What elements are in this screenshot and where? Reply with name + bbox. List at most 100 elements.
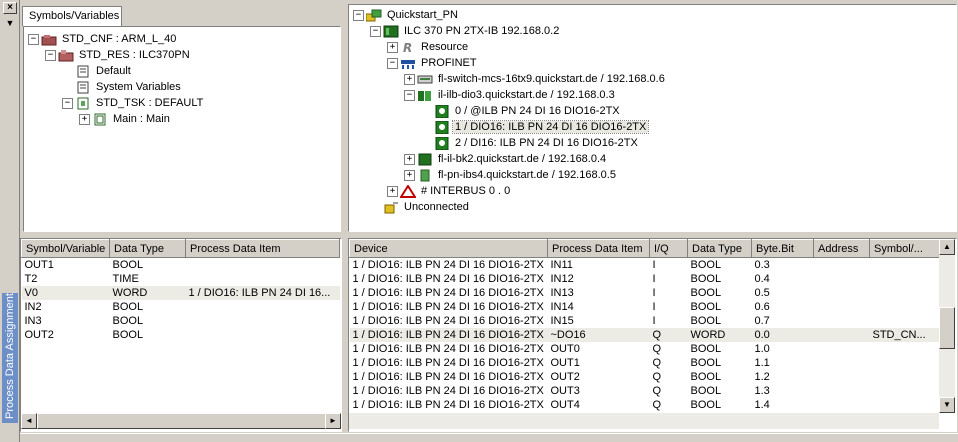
proxy-icon [417,169,433,182]
symbols-tree-item[interactable]: + Main : Main [79,111,172,127]
variables-table-cell: BOOL [112,259,144,271]
process-data-table-cell: OUT1 [550,357,580,369]
scroll-thumb[interactable] [37,413,327,429]
device-tree-item[interactable]: + # INTERBUS 0 . 0 [387,183,512,199]
symbols-tree-item[interactable]: Default [62,63,133,79]
device-tree-item[interactable]: 0 / @ILB PN 24 DI 16 DIO16-2TX [421,103,622,119]
device-tree-item[interactable]: − PROFINET [387,55,479,71]
expand-icon[interactable]: + [404,153,415,165]
symbols-variables-panel: Symbols/Variables − STD_CNF : ARM_L_40− ST… [20,4,344,234]
device-tree-item[interactable]: + fl-il-bk2.quickstart.de / 192.168.0.4 [404,151,608,167]
controller-icon [383,25,399,38]
process-data-table-cell: 1 / DIO16: ILB PN 24 DI 16 DIO16-2TX [352,315,544,327]
device-tree-item[interactable]: − Quickstart_PN [353,7,460,23]
process-data-table-row[interactable]: 1 / DIO16: ILB PN 24 DI 16 DIO16-2TX IN13… [350,286,940,300]
process-data-table-cell: 1.2 [754,371,770,383]
vertical-scroll-thumb[interactable] [939,307,955,349]
process-data-table-cell [814,398,870,412]
scroll-right-button[interactable]: ► [325,413,341,429]
process-data-table-cell: IN14 [550,301,574,313]
process-data-table-row[interactable]: 1 / DIO16: ILB PN 24 DI 16 DIO16-2TX IN11… [350,258,940,273]
expand-icon[interactable]: + [387,41,398,53]
variables-table-row[interactable]: IN3 BOOL [22,314,340,328]
process-data-table-row[interactable]: 1 / DIO16: ILB PN 24 DI 16 DIO16-2TX IN15… [350,314,940,328]
process-data-column-header[interactable]: Symbol/... [869,239,940,258]
io-module-icon [417,89,433,102]
device-tree-label: Quickstart_PN [387,9,458,21]
process-data-column-header[interactable]: Address [813,239,870,258]
process-data-table-cell: WORD [687,328,752,342]
device-tree-label: Resource [421,41,469,53]
collapse-icon[interactable]: − [28,33,39,45]
process-data-table-row[interactable]: 1 / DIO16: ILB PN 24 DI 16 DIO16-2TX OUT0… [350,342,940,356]
dock-title[interactable]: Process Data Assignment [2,293,18,423]
device-tree-item[interactable]: 1 / DIO16: ILB PN 24 DI 16 DIO16-2TX [421,119,650,135]
symbols-tree-item[interactable]: − STD_RES : ILC370PN [45,47,192,63]
process-data-table-cell: 0.7 [754,315,770,327]
process-data-column-header[interactable]: Process Data Item [547,239,650,258]
tab-symbols-variables[interactable]: Symbols/Variables [22,6,122,26]
device-tree-item[interactable]: − ILC 370 PN 2TX-IB 192.168.0.2 [370,23,561,39]
collapse-icon[interactable]: − [353,9,364,21]
process-data-table-cell: Q [652,357,662,369]
variables-table-row[interactable]: V0 WORD 1 / DIO16: ILB PN 24 DI 16... [21,286,340,300]
device-tree-item[interactable]: + R Resource [387,39,470,55]
process-data-table-cell [813,328,870,342]
process-data-table-cell [814,286,870,300]
device-tree-item[interactable]: Unconnected [370,199,471,215]
device-tree-item[interactable]: 2 / DI16: ILB PN 24 DI 16 DIO16-2TX [421,135,640,151]
variables-table-row[interactable]: T2 TIME [22,272,340,286]
process-data-table-cell: BOOL [690,287,722,299]
variables-table-row[interactable]: OUT1 BOOL [22,258,340,273]
symbols-tree-item[interactable]: System Variables [62,79,183,95]
process-data-table-row[interactable]: 1 / DIO16: ILB PN 24 DI 16 DIO16-2TX IN12… [350,272,940,286]
variables-sheet-icon [75,81,91,94]
process-data-table-cell: 0.6 [754,301,770,313]
device-tree-label: 0 / @ILB PN 24 DI 16 DIO16-2TX [455,105,620,117]
unconnected-icon [383,201,399,214]
scroll-left-button[interactable]: ◄ [21,413,37,429]
collapse-icon[interactable]: − [404,89,415,101]
status-bar [20,433,958,442]
variables-column-header[interactable]: Symbol/Variable [21,239,110,258]
variables-column-header[interactable]: Process Data Item [185,239,340,258]
collapse-icon[interactable]: − [45,49,56,61]
process-data-table-row[interactable]: 1 / DIO16: ILB PN 24 DI 16 DIO16-2TX OUT3… [350,384,940,398]
device-tree-item[interactable]: + fl-pn-ibs4.quickstart.de / 192.168.0.5 [404,167,618,183]
process-data-table-cell: ~DO16 [547,328,650,342]
collapse-icon[interactable]: − [387,57,398,69]
process-data-table-cell: 1 / DIO16: ILB PN 24 DI 16 DIO16-2TX [352,371,544,383]
expand-icon[interactable]: + [79,113,90,125]
variables-table-row[interactable]: IN2 BOOL [22,300,340,314]
symbols-tree-item[interactable]: − STD_TSK : DEFAULT [62,95,205,111]
expand-icon[interactable]: + [404,73,415,85]
close-icon[interactable]: × [3,2,17,14]
device-tree-item[interactable]: + fl-switch-mcs-16tx9.quickstart.de / 192… [404,71,667,87]
process-data-table-cell: 1 / DIO16: ILB PN 24 DI 16 DIO16-2TX [352,273,544,285]
pin-dropdown-icon[interactable]: ▼ [5,18,15,28]
process-data-table-cell: I [652,315,656,327]
variables-column-header[interactable]: Data Type [109,239,186,258]
process-data-table-row[interactable]: 1 / DIO16: ILB PN 24 DI 16 DIO16-2TX OUT2… [350,370,940,384]
device-tree-item[interactable]: − il-ilb-dio3.quickstart.de / 192.168.0.3 [404,87,617,103]
expand-icon[interactable]: + [387,185,398,197]
variables-table-row[interactable]: OUT2 BOOL [22,328,340,342]
process-data-table-row[interactable]: 1 / DIO16: ILB PN 24 DI 16 DIO16-2TX OUT4… [350,398,940,412]
process-data-table-cell: 1.1 [754,357,770,369]
process-data-column-header[interactable]: Data Type [687,239,752,258]
process-data-column-header[interactable]: Byte.Bit [751,239,814,258]
symbols-tree-item[interactable]: − STD_CNF : ARM_L_40 [28,31,178,47]
process-data-column-header[interactable]: I/Q [649,239,688,258]
process-data-table-row[interactable]: 1 / DIO16: ILB PN 24 DI 16 DIO16-2TX OUT1… [350,356,940,370]
process-data-table-row[interactable]: 1 / DIO16: ILB PN 24 DI 16 DIO16-2TX ~DO1… [349,328,940,342]
collapse-icon[interactable]: − [62,97,73,109]
process-data-column-header[interactable]: Device [349,239,548,258]
process-data-table-row[interactable]: 1 / DIO16: ILB PN 24 DI 16 DIO16-2TX IN14… [350,300,940,314]
process-data-table-cell: I [652,259,656,271]
variables-table-cell: 1 / DIO16: ILB PN 24 DI 16... [185,286,340,300]
collapse-icon[interactable]: − [370,25,381,37]
expand-icon[interactable]: + [404,169,415,181]
process-data-hscrollbar[interactable] [349,413,939,429]
scroll-down-button[interactable]: ▼ [939,397,955,413]
scroll-up-button[interactable]: ▲ [939,239,955,255]
